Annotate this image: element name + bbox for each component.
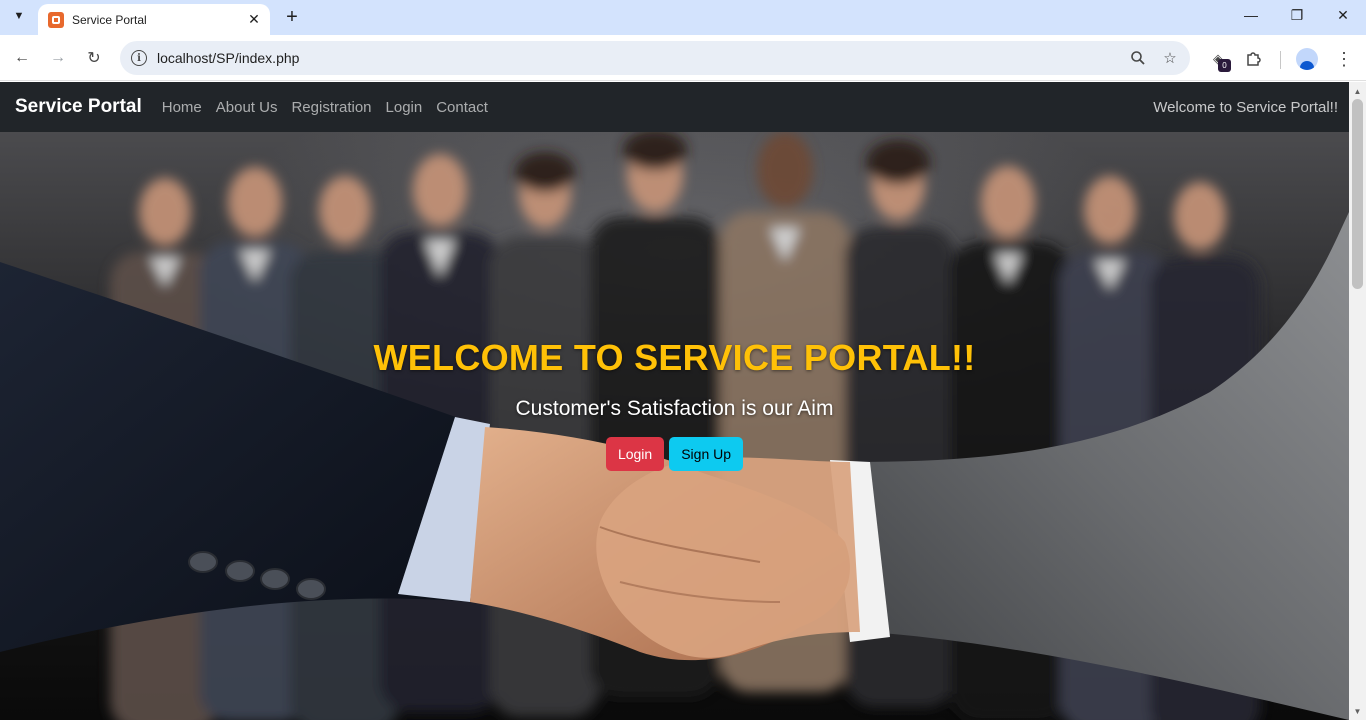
back-icon[interactable]: ←	[9, 45, 35, 71]
hero-buttons: Login Sign Up	[0, 437, 1349, 471]
tab-search-icon[interactable]: ▼	[6, 4, 32, 28]
navbar-brand[interactable]: Service Portal	[15, 96, 142, 118]
hero-content: WELCOME TO SERVICE PORTAL!! Customer's S…	[0, 337, 1349, 471]
minimize-icon[interactable]: —	[1228, 0, 1274, 30]
extension-badge: 0	[1218, 59, 1231, 72]
address-bar[interactable]: i localhost/SP/index.php ☆	[120, 41, 1190, 75]
zoom-icon[interactable]	[1126, 46, 1150, 70]
site-navbar: Service Portal Home About Us Registratio…	[0, 82, 1349, 132]
nav-link-registration[interactable]: Registration	[291, 99, 371, 116]
navbar-welcome-text: Welcome to Service Portal!!	[1153, 98, 1338, 116]
profile-icon[interactable]	[1294, 46, 1320, 72]
window-close-icon[interactable]: ✕	[1320, 0, 1366, 30]
nav-link-about[interactable]: About Us	[216, 99, 278, 116]
browser-toolbar: ← → ↻ i localhost/SP/index.php ☆ ◈ 0 ⋮	[0, 35, 1366, 81]
menu-icon[interactable]: ⋮	[1331, 46, 1357, 72]
restore-icon[interactable]: ❐	[1274, 0, 1320, 30]
toolbar-divider	[1280, 51, 1281, 69]
signup-button[interactable]: Sign Up	[669, 437, 744, 471]
puzzle-icon[interactable]	[1241, 46, 1267, 72]
star-icon[interactable]: ☆	[1158, 46, 1182, 70]
forward-icon[interactable]: →	[45, 45, 71, 71]
hero-subtitle: Customer's Satisfaction is our Aim	[515, 397, 834, 420]
plus-icon[interactable]: +	[280, 5, 304, 29]
reload-icon[interactable]: ↻	[81, 45, 107, 71]
nav-link-home[interactable]: Home	[162, 99, 202, 116]
tab-title: Service Portal	[72, 12, 147, 27]
nav-link-contact[interactable]: Contact	[436, 99, 488, 116]
browser-tab[interactable]: Service Portal ✕	[38, 4, 270, 35]
browser-tabstrip: ▼ Service Portal ✕ + — ❐ ✕	[0, 0, 1366, 35]
scroll-up-icon[interactable]: ▲	[1349, 84, 1366, 98]
page-scrollbar[interactable]: ▲ ▼	[1349, 82, 1366, 720]
scroll-thumb[interactable]	[1352, 99, 1363, 289]
url-text[interactable]: localhost/SP/index.php	[157, 50, 1126, 66]
page-viewport: Service Portal Home About Us Registratio…	[0, 82, 1349, 720]
favicon-icon	[48, 11, 64, 28]
hero-title: WELCOME TO SERVICE PORTAL!!	[373, 337, 976, 378]
nav-link-login[interactable]: Login	[386, 99, 423, 116]
info-icon[interactable]: i	[131, 50, 147, 66]
hero-section: WELCOME TO SERVICE PORTAL!! Customer's S…	[0, 132, 1349, 720]
scroll-down-icon[interactable]: ▼	[1349, 704, 1366, 718]
login-button[interactable]: Login	[605, 437, 665, 471]
close-icon[interactable]: ✕	[244, 10, 264, 30]
extension-icon[interactable]: ◈ 0	[1205, 46, 1231, 72]
